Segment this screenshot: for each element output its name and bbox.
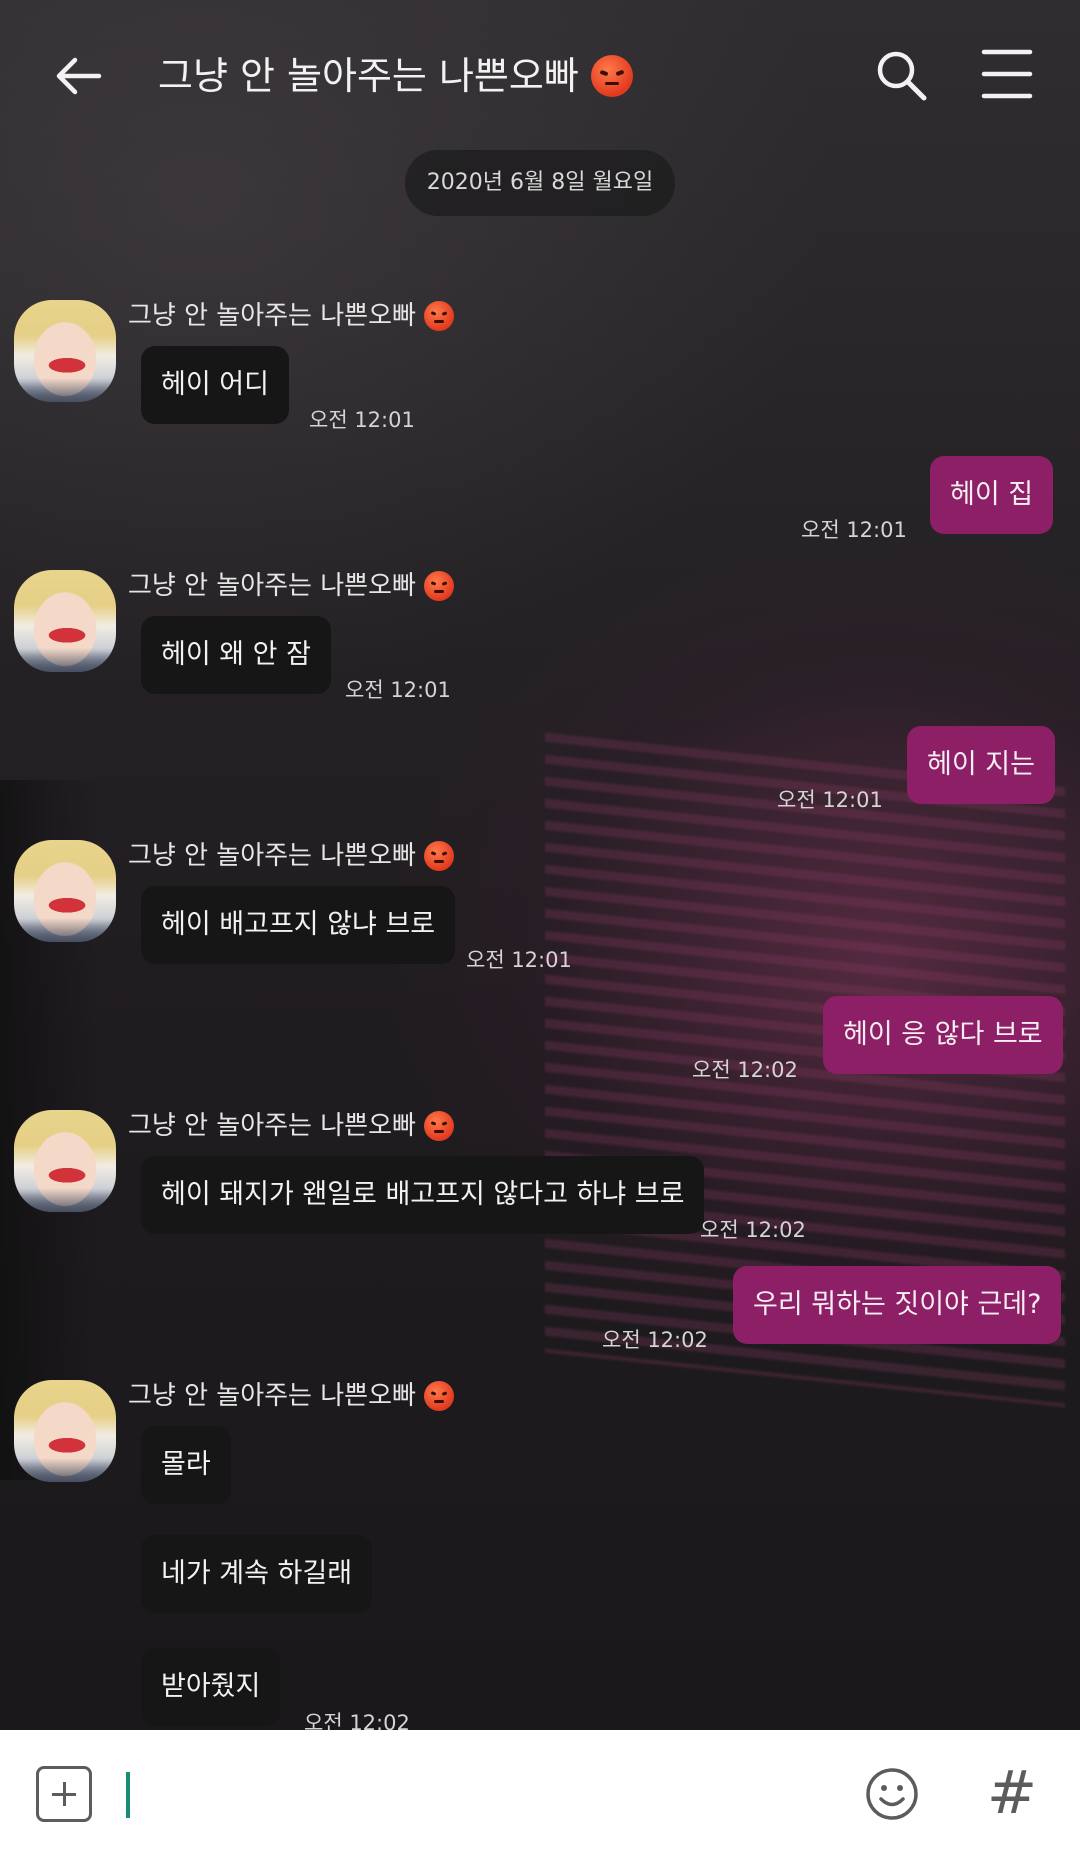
outgoing-message-bubble[interactable]: 헤이 응 않다 브로 (823, 996, 1063, 1074)
incoming-message-bubble[interactable]: 받아줬지 (141, 1648, 281, 1726)
chat-title-text: 그냥 안 놀아주는 나쁜오빠 (158, 54, 579, 98)
incoming-message-bubble[interactable]: 헤이 어디 (141, 346, 289, 424)
sender-name: 그냥 안 놀아주는 나쁜오빠 (128, 566, 454, 606)
angry-face-icon (423, 841, 454, 871)
sender-name: 그냥 안 놀아주는 나쁜오빠 (128, 1376, 454, 1416)
sender-avatar[interactable] (14, 1110, 116, 1212)
angry-face-icon (423, 1111, 454, 1141)
message-time: 오전 12:02 (700, 1218, 806, 1242)
outgoing-message-bubble[interactable]: 헤이 지는 (907, 726, 1055, 804)
search-icon (877, 51, 927, 101)
arrow-left-icon (56, 57, 102, 95)
message-time: 오전 12:02 (692, 1058, 798, 1082)
sender-name: 그냥 안 놀아주는 나쁜오빠 (128, 296, 454, 336)
chat-header: 그냥 안 놀아주는 나쁜오빠 (0, 0, 1080, 150)
menu-button[interactable] (980, 44, 1044, 108)
incoming-message-bubble[interactable]: 몰라 (141, 1426, 231, 1504)
plus-square-icon[interactable] (36, 1766, 92, 1822)
message-time: 오전 12:02 (304, 1711, 410, 1730)
incoming-message-bubble[interactable]: 헤이 배고프지 않냐 브로 (141, 886, 456, 964)
message-input[interactable] (120, 1760, 844, 1832)
search-button[interactable] (870, 44, 934, 108)
message-time: 오전 12:01 (345, 678, 451, 702)
hamburger-menu-icon (981, 49, 1033, 99)
text-caret (126, 1772, 130, 1818)
angry-face-icon (423, 301, 454, 331)
message-time: 오전 12:02 (602, 1328, 708, 1352)
message-time: 오전 12:01 (777, 788, 883, 812)
sender-avatar[interactable] (14, 300, 116, 402)
back-button[interactable] (46, 44, 110, 108)
sender-avatar[interactable] (14, 570, 116, 672)
smiley-icon (866, 1768, 918, 1820)
date-divider: 2020년 6월 8일 월요일 (405, 150, 675, 216)
incoming-message-bubble[interactable]: 네가 계속 하길래 (141, 1535, 373, 1613)
emoji-button[interactable] (864, 1766, 920, 1822)
angry-face-icon (590, 55, 633, 97)
angry-face-icon (423, 1381, 454, 1411)
angry-face-icon (423, 571, 454, 601)
message-time: 오전 12:01 (309, 408, 415, 432)
message-time: 오전 12:01 (801, 518, 907, 542)
outgoing-message-bubble[interactable]: 헤이 집 (930, 456, 1054, 534)
sender-avatar[interactable] (14, 840, 116, 942)
hashtag-button[interactable]: # (984, 1758, 1040, 1828)
sender-name: 그냥 안 놀아주는 나쁜오빠 (128, 1106, 454, 1146)
outgoing-message-bubble[interactable]: 우리 뭐하는 짓이야 근데? (733, 1266, 1062, 1344)
sender-avatar[interactable] (14, 1380, 116, 1482)
chat-title: 그냥 안 놀아주는 나쁜오빠 (158, 50, 633, 102)
sender-name: 그냥 안 놀아주는 나쁜오빠 (128, 836, 454, 876)
message-input-bar: # (0, 1730, 1080, 1857)
message-time: 오전 12:01 (466, 948, 572, 972)
incoming-message-bubble[interactable]: 헤이 돼지가 왠일로 배고프지 않다고 하냐 브로 (141, 1156, 705, 1234)
incoming-message-bubble[interactable]: 헤이 왜 안 잠 (141, 616, 331, 694)
